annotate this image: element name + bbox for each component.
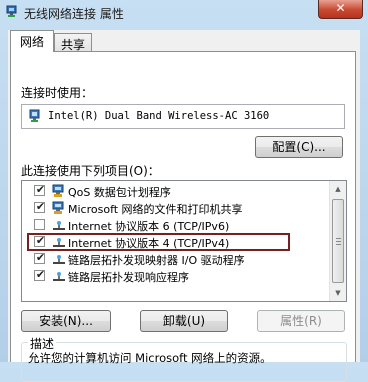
network-client-icon [52,184,64,197]
network-tab-panel: 连接时使用： Intel(R) Dual Band Wireless-AC 31… [10,51,356,382]
close-icon: ✕ [335,1,346,15]
close-button[interactable]: ✕ [318,0,363,19]
check-icon: ✔ [35,234,46,247]
list-item[interactable]: ✔ Internet 协议版本 4 (TCP/IPv4) [22,234,328,250]
description-group: 描述 允许您的计算机访问 Microsoft 网络上的资源。 [21,335,347,382]
grip-line [336,241,341,242]
network-client-icon [52,201,64,214]
item-label: Internet 协议版本 4 (TCP/IPv4) [68,237,230,250]
dialog-client-area: 网络 共享 连接时使用： Intel(R) Dual Band Wireless… [8,30,360,382]
list-item[interactable]: ✔ 链路层拓扑发现映射器 I/O 驱动程序 [22,251,328,267]
scroll-down-icon[interactable]: ▼ [330,285,346,301]
item-checkbox[interactable] [34,219,45,230]
network-adapter-icon [29,109,40,122]
title-bar[interactable]: 无线网络连接 属性 ✕ [0,0,368,24]
item-label: Internet 协议版本 6 (TCP/IPv6) [68,220,230,233]
list-item[interactable]: ✔ 链路层拓扑发现响应程序 [22,268,328,284]
protocol-icon [53,238,65,247]
item-checkbox[interactable]: ✔ [34,234,46,247]
item-label: 链路层拓扑发现响应程序 [68,271,189,284]
item-label: QoS 数据包计划程序 [68,186,171,199]
configure-button[interactable]: 配置(C)... [255,136,343,158]
adapter-name: Intel(R) Dual Band Wireless-AC 3160 [48,110,270,122]
check-icon: ✔ [35,268,46,281]
tab-sharing[interactable]: 共享 [54,33,92,52]
protocol-icon [53,255,65,264]
list-item[interactable]: Internet 协议版本 6 (TCP/IPv6) [22,217,328,233]
properties-button: 属性(R) [257,310,345,332]
item-label: Microsoft 网络的文件和打印机共享 [68,203,243,216]
list-item[interactable]: ✔ QoS 数据包计划程序 [22,183,328,199]
item-checkbox[interactable]: ✔ [34,268,46,281]
tab-network-label: 网络 [19,35,44,49]
item-checkbox[interactable]: ✔ [34,251,46,264]
adapter-field: Intel(R) Dual Band Wireless-AC 3160 [21,104,345,129]
items-list[interactable]: ✔ QoS 数据包计划程序 ✔ Microsoft 网络的文件和打印机共享 In… [21,180,347,302]
protocol-icon [53,221,65,230]
protocol-icon [53,272,65,281]
window-title: 无线网络连接 属性 [24,7,124,21]
install-button[interactable]: 安装(N)... [21,310,111,332]
description-text: 允许您的计算机访问 Microsoft 网络上的资源。 [28,351,272,365]
item-checkbox[interactable]: ✔ [34,200,46,213]
network-adapter-icon [6,5,17,17]
grip-line [336,244,341,245]
check-icon: ✔ [35,183,46,196]
scroll-thumb[interactable] [332,199,344,283]
list-item[interactable]: ✔ Microsoft 网络的文件和打印机共享 [22,200,328,216]
check-icon: ✔ [35,200,46,213]
item-checkbox[interactable]: ✔ [34,183,46,196]
uninstall-button[interactable]: 卸载(U) [140,310,228,332]
item-label: 链路层拓扑发现映射器 I/O 驱动程序 [68,254,245,267]
tab-network[interactable]: 网络 [10,30,54,52]
grip-line [336,238,341,239]
list-scrollbar[interactable]: ▲ ▼ [329,181,346,301]
items-label: 此连接使用下列项目(O)： [21,164,160,178]
scroll-up-icon[interactable]: ▲ [330,181,346,197]
check-icon: ✔ [35,251,46,264]
connect-using-label: 连接时使用： [21,86,94,100]
